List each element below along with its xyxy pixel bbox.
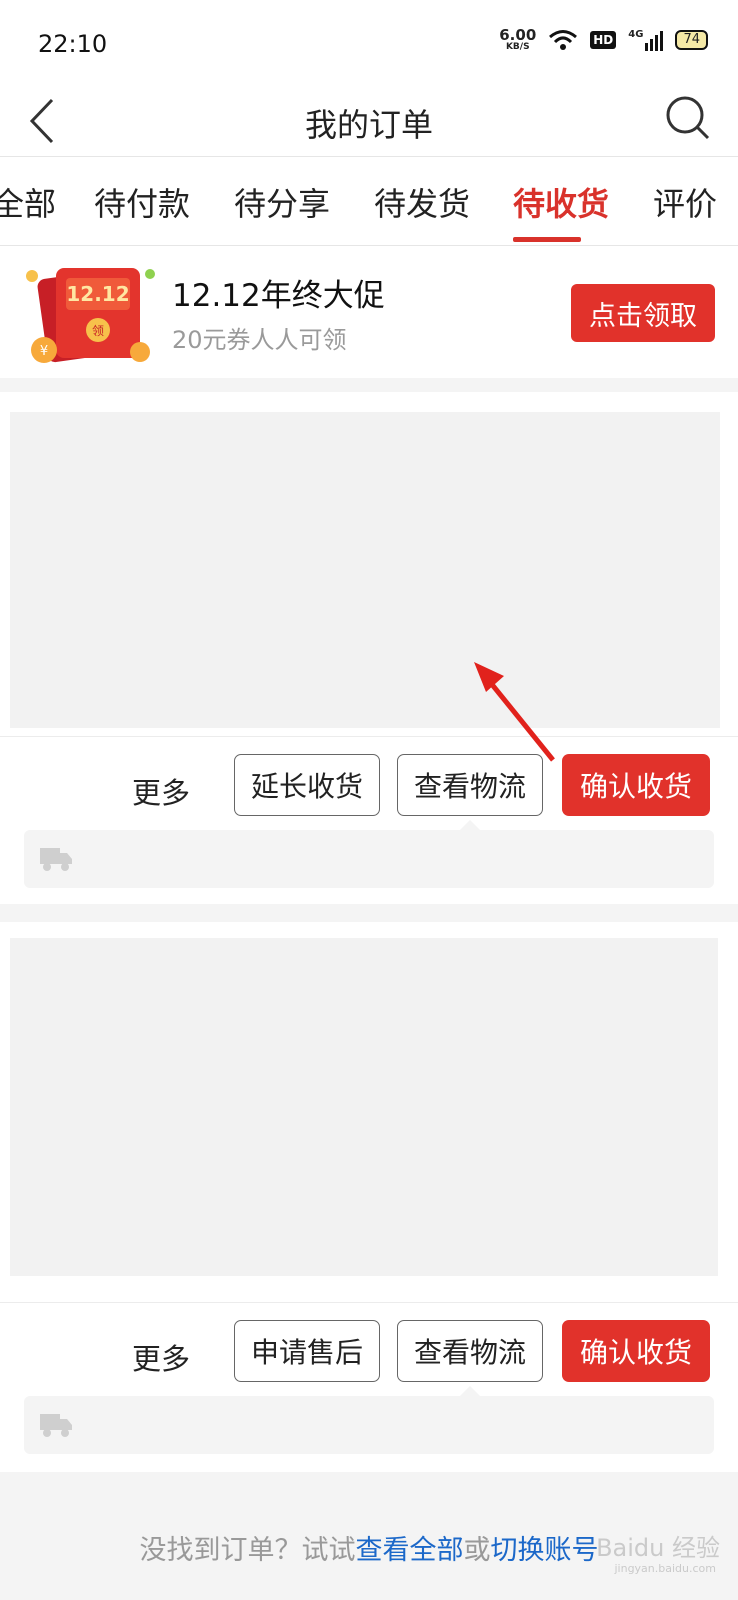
nav-bar: 我的订单 — [0, 88, 738, 157]
view-all-link[interactable]: 查看全部 — [356, 1535, 464, 1566]
card-divider — [0, 736, 738, 737]
view-logistics-button[interactable]: 查看物流 — [397, 754, 543, 816]
promo-coin-text: ¥ — [40, 344, 48, 359]
tab-pending-shipment[interactable]: 待发货 — [374, 179, 470, 225]
order-actions: 更多 申请售后 查看物流 确认收货 — [0, 1320, 738, 1400]
bubble-tip — [460, 820, 480, 830]
promo-banner[interactable]: 12.12 领 ¥ 12.12年终大促 20元券人人可领 点击领取 — [0, 246, 738, 378]
signal-icon: 4G — [628, 29, 664, 51]
promo-seal-text: 领 — [92, 324, 104, 338]
promo-subtitle: 20元券人人可领 — [172, 326, 347, 354]
battery-indicator: 74 — [675, 30, 708, 50]
logistics-info[interactable] — [24, 830, 714, 888]
truck-icon — [40, 1414, 72, 1437]
card-divider — [0, 1302, 738, 1303]
status-bar: 22:10 6.00 KB/S HD 4G 74 — [0, 0, 738, 88]
promo-title: 12.12年终大促 — [172, 278, 385, 314]
watermark: Baidu 经验 — [596, 1534, 720, 1562]
extend-receipt-button[interactable]: 延长收货 — [234, 754, 380, 816]
watermark-sub: jingyan.baidu.com — [614, 1562, 716, 1575]
truck-icon — [40, 848, 72, 871]
net-speed-value: 6.00 — [499, 26, 537, 44]
switch-account-link[interactable]: 切换账号 — [491, 1535, 599, 1566]
bubble-tip — [460, 1386, 480, 1396]
wifi-icon — [549, 30, 578, 50]
order-status-tabs: 全部 待付款 待分享 待发货 待收货 评价 — [0, 157, 738, 246]
promo-badge-text: 12.12 — [66, 282, 129, 306]
status-indicators: 6.00 KB/S HD 4G 74 — [499, 28, 708, 52]
red-envelope-icon: 12.12 领 ¥ — [26, 268, 155, 363]
claim-coupon-button[interactable]: 点击领取 — [571, 284, 715, 342]
status-time: 22:10 — [38, 30, 108, 58]
tab-pending-payment[interactable]: 待付款 — [94, 179, 190, 225]
active-tab-indicator — [513, 237, 581, 242]
confirm-receipt-button[interactable]: 确认收货 — [562, 754, 710, 816]
more-button[interactable]: 更多 — [132, 1336, 190, 1378]
order-card: 更多 延长收货 查看物流 确认收货 — [0, 392, 738, 904]
confirm-receipt-button[interactable]: 确认收货 — [562, 1320, 710, 1382]
tab-all[interactable]: 全部 — [0, 179, 56, 225]
net-speed-unit: KB/S — [505, 42, 530, 52]
tab-pending-receipt[interactable]: 待收货 — [513, 179, 609, 225]
view-logistics-button[interactable]: 查看物流 — [397, 1320, 543, 1382]
search-icon[interactable] — [664, 94, 712, 142]
order-card: 更多 申请售后 查看物流 确认收货 — [0, 922, 738, 1472]
hd-badge: HD — [590, 31, 617, 49]
after-sales-button[interactable]: 申请售后 — [234, 1320, 380, 1382]
logistics-info[interactable] — [24, 1396, 714, 1454]
more-button[interactable]: 更多 — [132, 770, 190, 812]
network-type: 4G — [628, 29, 644, 40]
footer-middle: 或 — [463, 1535, 491, 1566]
page-title: 我的订单 — [304, 106, 433, 144]
order-content-placeholder[interactable] — [10, 412, 720, 728]
tab-pending-share[interactable]: 待分享 — [234, 179, 330, 225]
net-speed: 6.00 KB/S — [499, 28, 536, 52]
tab-review[interactable]: 评价 — [653, 179, 717, 225]
footer-prefix: 没找到订单？试试 — [139, 1535, 356, 1566]
order-content-placeholder[interactable] — [10, 938, 718, 1276]
order-actions: 更多 延长收货 查看物流 确认收货 — [0, 754, 738, 834]
